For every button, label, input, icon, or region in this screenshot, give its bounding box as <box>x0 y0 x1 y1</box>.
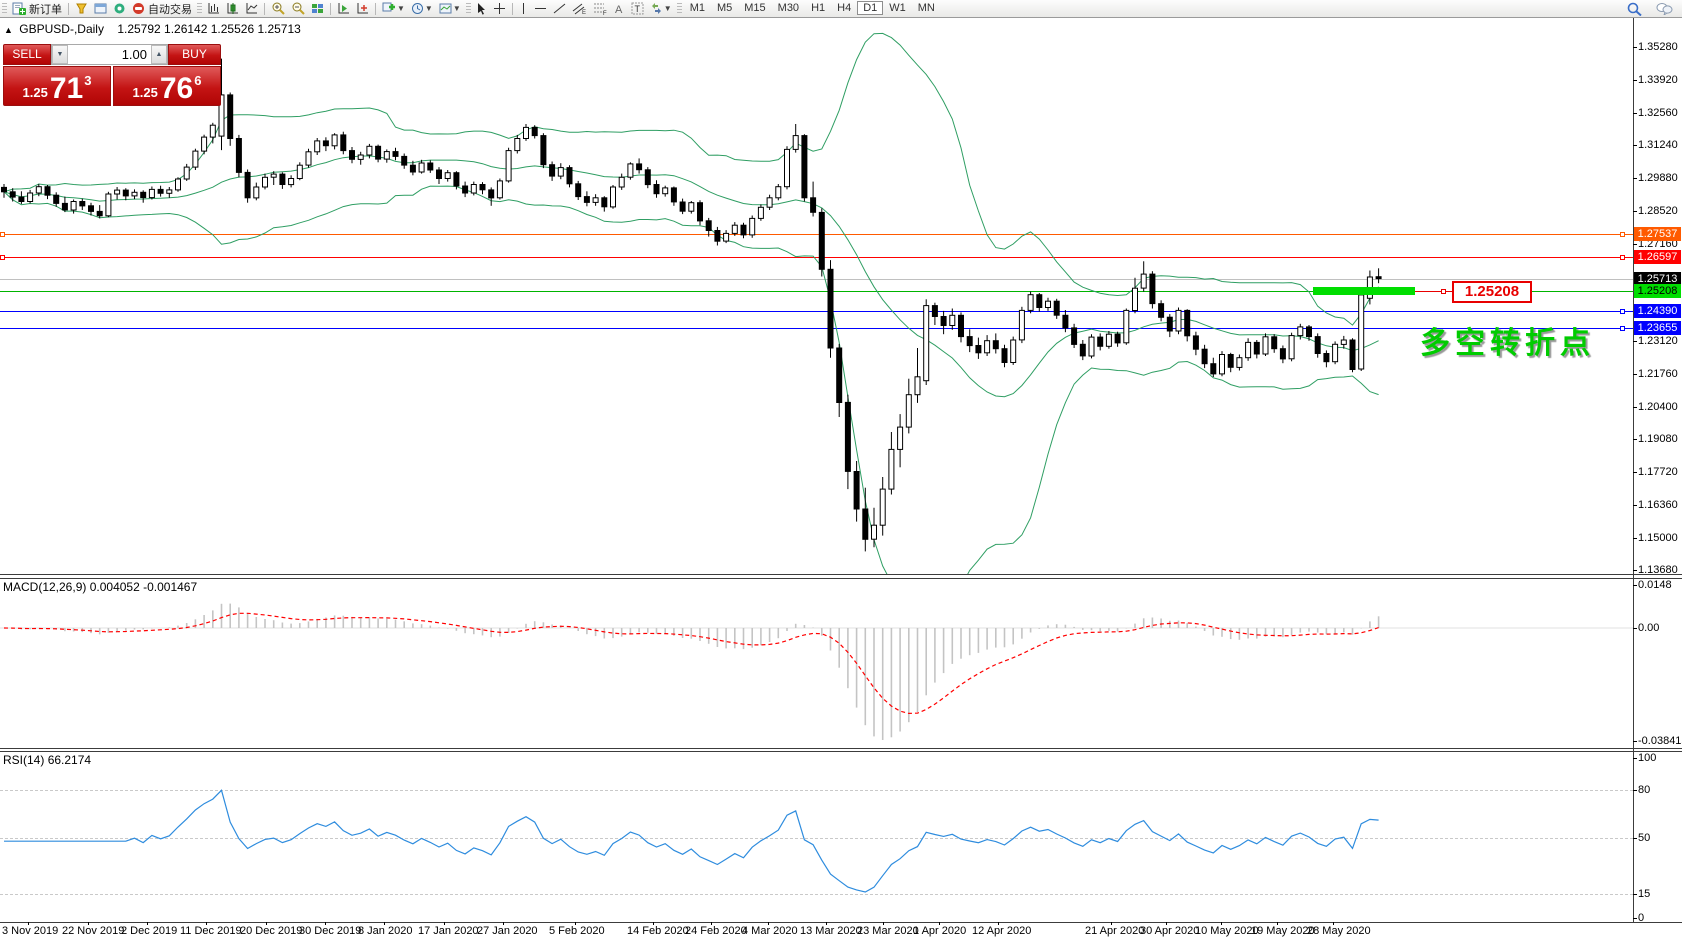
sell-price-prefix: 1.25 <box>23 85 48 100</box>
sell-price-button[interactable]: 1.25 71 3 <box>3 66 111 106</box>
chart-ohlc-values: 1.25792 1.26142 1.25526 1.25713 <box>117 22 301 36</box>
chart-canvas <box>0 0 1682 940</box>
buy-price-big: 76 <box>160 76 193 102</box>
turning-point-annotation[interactable]: 多空转折点 <box>1420 318 1595 362</box>
sell-button[interactable]: SELL <box>3 44 51 65</box>
volume-decrease-button[interactable]: ▼ <box>52 45 68 64</box>
hline-anchor[interactable] <box>1620 309 1625 314</box>
volume-increase-button[interactable]: ▲ <box>151 45 167 64</box>
hline-anchor[interactable] <box>1620 326 1625 331</box>
price-label-anchor[interactable] <box>1441 289 1446 294</box>
chart-symbol-period: GBPUSD-,Daily <box>19 22 104 36</box>
hline-anchor[interactable] <box>0 255 5 260</box>
hline-anchor[interactable] <box>0 232 5 237</box>
chart-title: ▲ GBPUSD-,Daily 1.25792 1.26142 1.25526 … <box>4 22 301 36</box>
hline-anchor[interactable] <box>1620 255 1625 260</box>
sell-price-sup: 3 <box>84 73 91 88</box>
volume-control: ▼ 1.00 ▲ <box>51 44 168 65</box>
buy-price-sup: 6 <box>194 73 201 88</box>
sell-price-big: 71 <box>50 76 83 102</box>
buy-price-button[interactable]: 1.25 76 6 <box>113 66 221 106</box>
buy-button[interactable]: BUY <box>168 44 221 65</box>
hline-anchor[interactable] <box>1620 232 1625 237</box>
price-label-connector <box>1415 291 1452 292</box>
one-click-trading-panel: SELL ▼ 1.00 ▲ BUY 1.25 71 3 1.25 76 6 <box>3 44 221 106</box>
volume-input[interactable]: 1.00 <box>68 45 151 64</box>
mt-terminal-window: 新订单 自动交易 <box>0 0 1682 940</box>
buy-price-prefix: 1.25 <box>133 85 158 100</box>
collapse-triangle-icon[interactable]: ▲ <box>4 25 13 35</box>
pivot-price-label[interactable]: 1.25208 <box>1452 281 1532 303</box>
pivot-highlight-bar[interactable] <box>1313 287 1415 295</box>
